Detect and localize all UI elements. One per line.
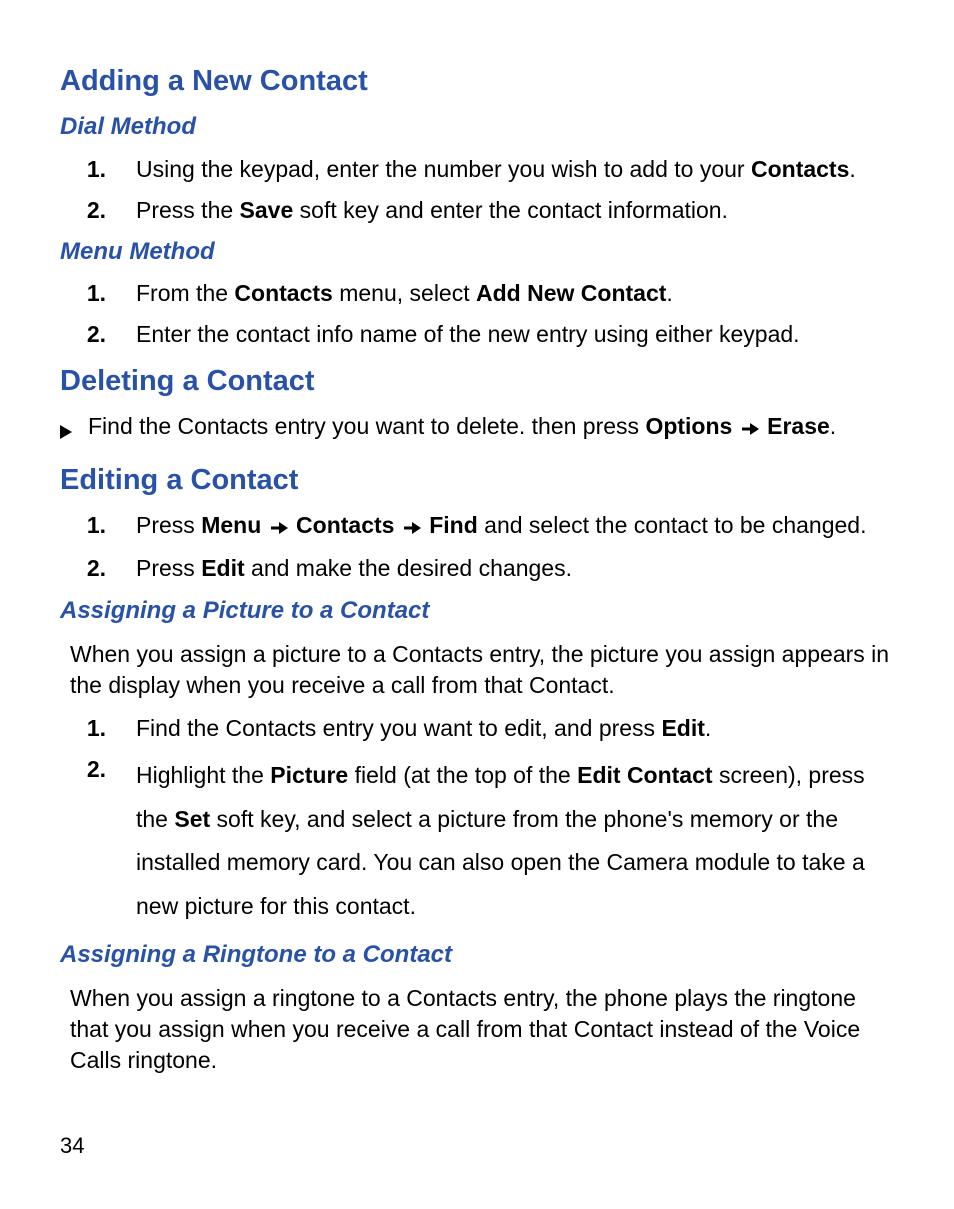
list-body: From the Contacts menu, select Add New C… <box>136 278 894 309</box>
list-body: Press the Save soft key and enter the co… <box>136 195 894 226</box>
heading-menu-method: Menu Method <box>60 236 894 268</box>
bold-text: Options <box>645 413 732 439</box>
heading-adding-new-contact: Adding a New Contact <box>60 62 894 101</box>
list-editing-contact: 1.Press Menu Contacts Find and select th… <box>60 510 894 584</box>
list-number: 1. <box>60 713 136 744</box>
arrow-right-icon <box>401 512 423 543</box>
list-body: Press Menu Contacts Find and select the … <box>136 510 894 543</box>
list-item: 2.Enter the contact info name of the new… <box>60 319 894 350</box>
heading-editing-contact: Editing a Contact <box>60 461 894 500</box>
heading-assign-picture: Assigning a Picture to a Contact <box>60 595 894 627</box>
list-item: 1.Press Menu Contacts Find and select th… <box>60 510 894 543</box>
bold-text: Contacts <box>296 512 394 538</box>
manual-page: Adding a New Contact Dial Method 1.Using… <box>0 0 954 1209</box>
heading-deleting-contact: Deleting a Contact <box>60 362 894 401</box>
bold-text: Erase <box>767 413 830 439</box>
list-number: 2. <box>60 195 136 226</box>
bold-text: Find <box>429 512 478 538</box>
bold-text: Edit <box>661 715 704 741</box>
arrow-right-icon <box>268 512 290 543</box>
list-body: Using the keypad, enter the number you w… <box>136 154 894 185</box>
heading-dial-method: Dial Method <box>60 111 894 143</box>
paragraph-assign-picture: When you assign a picture to a Contacts … <box>70 639 894 701</box>
list-dial-method: 1.Using the keypad, enter the number you… <box>60 154 894 226</box>
bullet-text: Find the Contacts entry you want to dele… <box>82 411 894 444</box>
bullet-deleting-contact: Find the Contacts entry you want to dele… <box>60 411 894 447</box>
bold-text: Edit <box>201 555 244 581</box>
list-body: Find the Contacts entry you want to edit… <box>136 713 894 744</box>
list-item: 1.Using the keypad, enter the number you… <box>60 154 894 185</box>
list-number: 2. <box>60 319 136 350</box>
list-number: 1. <box>60 510 136 541</box>
list-body: Enter the contact info name of the new e… <box>136 319 894 350</box>
list-item: 2.Press the Save soft key and enter the … <box>60 195 894 226</box>
bold-text: Add New Contact <box>476 280 666 306</box>
list-number: 1. <box>60 278 136 309</box>
list-item: 2.Highlight the Picture field (at the to… <box>60 754 894 929</box>
bold-text: Picture <box>270 762 348 788</box>
heading-assign-ringtone: Assigning a Ringtone to a Contact <box>60 939 894 971</box>
list-item: 1.Find the Contacts entry you want to ed… <box>60 713 894 744</box>
list-body: Highlight the Picture field (at the top … <box>136 754 894 929</box>
paragraph-assign-ringtone: When you assign a ringtone to a Contacts… <box>70 983 894 1076</box>
list-assign-picture: 1.Find the Contacts entry you want to ed… <box>60 713 894 929</box>
triangle-bullet-icon <box>60 411 82 447</box>
list-item: 2.Press Edit and make the desired change… <box>60 553 894 584</box>
bold-text: Contacts <box>234 280 332 306</box>
list-number: 2. <box>60 754 136 785</box>
list-number: 1. <box>60 154 136 185</box>
bold-text: Menu <box>201 512 261 538</box>
bold-text: Set <box>174 806 210 832</box>
list-item: 1.From the Contacts menu, select Add New… <box>60 278 894 309</box>
page-number: 34 <box>60 1131 84 1161</box>
bold-text: Save <box>240 197 294 223</box>
bold-text: Contacts <box>751 156 849 182</box>
bold-text: Edit Contact <box>577 762 712 788</box>
arrow-right-icon <box>739 413 761 444</box>
list-number: 2. <box>60 553 136 584</box>
list-body: Press Edit and make the desired changes. <box>136 553 894 584</box>
list-menu-method: 1.From the Contacts menu, select Add New… <box>60 278 894 350</box>
